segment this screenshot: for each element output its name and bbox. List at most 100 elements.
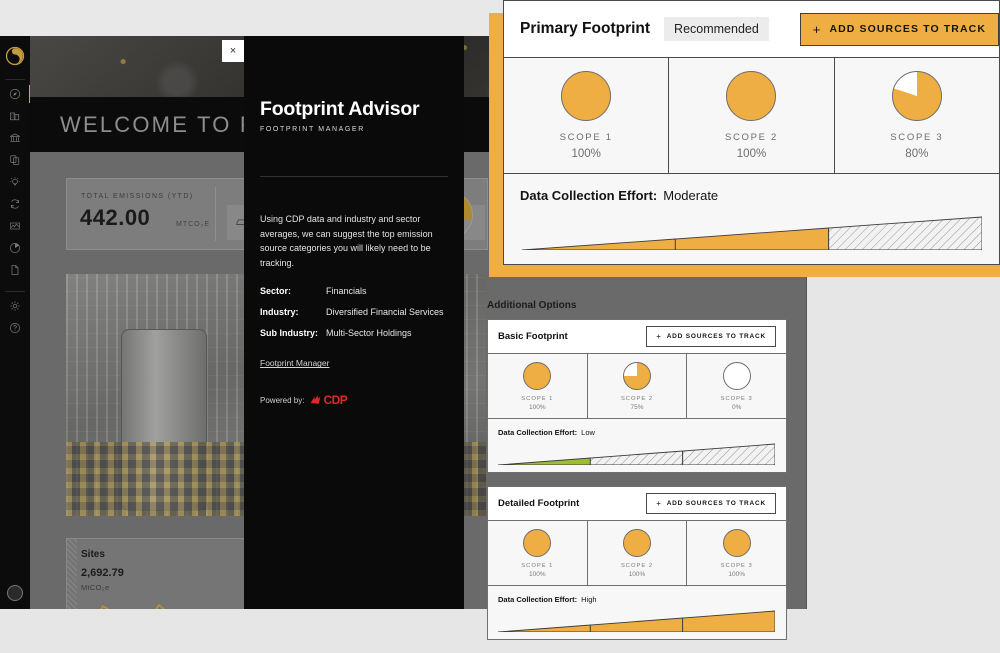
lightbulb-icon: [9, 176, 21, 188]
add-sources-to-track-button[interactable]: + ADD SOURCES TO TRACK: [646, 493, 776, 514]
scope-percentage: 80%: [905, 148, 929, 160]
mini-card-unit: MtCO₂e: [81, 583, 110, 592]
copy-icon: [9, 154, 21, 166]
modal-meta-list: Sector: Financials Industry: Diversified…: [260, 286, 448, 338]
sidebar-item-analytics[interactable]: [0, 215, 30, 237]
sidebar-item-settings[interactable]: [0, 295, 30, 317]
effort-label: Data Collection Effort:: [498, 428, 578, 437]
meta-key: Sub Industry:: [260, 328, 318, 339]
scope-pie-chart: [523, 528, 552, 557]
effort-wedge-chart: [498, 443, 775, 465]
scope-label: SCOPE 2: [620, 395, 654, 402]
scope-percentage: 100%: [529, 570, 546, 578]
sidebar-item-facilities[interactable]: [0, 127, 30, 149]
scope-percentage: 100%: [736, 148, 767, 160]
page-title: Footprint Advisor: [260, 98, 420, 120]
scope-pie-chart: [722, 528, 751, 557]
scope-cell-2: SCOPE 2 75%: [588, 354, 688, 418]
primary-footprint-card: Primary Footprint Recommended + ADD SOUR…: [503, 0, 1000, 265]
sidebar-item-organization[interactable]: [0, 105, 30, 127]
scope-cell-2: SCOPE 2 100%: [588, 521, 688, 585]
footprint-advisor-modal: Footprint Advisor FOOTPRINT MANAGER Usin…: [244, 36, 464, 609]
scope-pie-chart: [623, 361, 651, 390]
meta-value: Diversified Financial Services: [326, 307, 444, 318]
sidebar-item-insights[interactable]: [0, 171, 30, 193]
effort-value: High: [581, 595, 597, 604]
modal-body: Using CDP data and industry and sector a…: [244, 177, 464, 407]
effort-wedge-chart: [522, 216, 982, 250]
scope-label: SCOPE 3: [890, 132, 944, 143]
scope-pie-chart: [722, 361, 751, 390]
sidebar-item-help[interactable]: [0, 317, 30, 339]
add-sources-to-track-label: ADD SOURCES TO TRACK: [666, 500, 766, 507]
cdp-arrow-icon: [311, 395, 321, 404]
chart-line-icon: [9, 220, 21, 232]
scope-cell-3: SCOPE 3 80%: [835, 58, 999, 173]
scope-percentage: 0%: [731, 403, 742, 411]
sidebar-item-sync[interactable]: [0, 193, 30, 215]
scope-pie-chart: [523, 361, 552, 390]
close-icon[interactable]: ×: [222, 40, 244, 62]
meta-row-industry: Industry: Diversified Financial Services: [260, 307, 448, 317]
scope-label: SCOPE 1: [521, 562, 554, 569]
add-sources-to-track-label: ADD SOURCES TO TRACK: [666, 333, 766, 340]
sidebar-item-files[interactable]: [0, 259, 30, 281]
primary-effort-section: Data Collection Effort: Moderate: [504, 174, 999, 264]
add-sources-to-track-button[interactable]: + ADD SOURCES TO TRACK: [646, 326, 776, 347]
scope-label: SCOPE 2: [620, 562, 654, 569]
kpi-unit: MTCO₂E: [176, 221, 210, 228]
kpi-value: 442.00: [80, 205, 151, 230]
scope-percentage: 100%: [529, 403, 546, 411]
effort-label-row: Data Collection Effort: Moderate: [520, 188, 999, 203]
sidebar-item-dashboard[interactable]: [0, 83, 31, 105]
footprint-manager-link[interactable]: Footprint Manager: [260, 358, 329, 368]
primary-footprint-title: Primary Footprint: [520, 20, 651, 37]
detailed-effort-section: Data Collection Effort: High: [488, 586, 786, 639]
gear-icon: [9, 300, 21, 312]
list-item[interactable]: Sites 2,692.79 MtCO₂e: [66, 538, 248, 609]
basic-footprint-title: Basic Footprint: [498, 331, 568, 342]
refresh-icon: [9, 198, 21, 210]
powered-by: Powered by: CDP: [260, 393, 448, 407]
building-icon: [9, 110, 21, 122]
scope-label: SCOPE 3: [720, 395, 753, 402]
basic-scopes-row: SCOPE 1 100% SCOPE 2 75% SCOPE 3 0%: [488, 353, 786, 419]
effort-wedge-chart: [498, 610, 775, 632]
scope-pie-chart: [623, 528, 651, 557]
detailed-footprint-title: Detailed Footprint: [498, 498, 580, 509]
scope-label: SCOPE 2: [724, 132, 779, 143]
effort-label-row: Data Collection Effort: High: [498, 595, 786, 604]
detailed-scopes-row: SCOPE 1 100% SCOPE 2 100% SCOPE 3 100%: [488, 520, 786, 586]
scope-cell-3: SCOPE 3 0%: [687, 354, 786, 418]
kpi-label: TOTAL EMISSIONS (YTD): [81, 193, 194, 200]
add-sources-to-track-button[interactable]: + ADD SOURCES TO TRACK: [799, 12, 999, 46]
scope-cell-1: SCOPE 1 100%: [504, 58, 670, 173]
sparkline-chart: [100, 603, 165, 609]
user-avatar-area[interactable]: [0, 585, 30, 601]
nav-divider-bottom: [5, 291, 25, 292]
sidebar-item-documents[interactable]: [0, 149, 30, 171]
cdp-logo: CDP: [309, 393, 348, 407]
effort-label-row: Data Collection Effort: Low: [498, 428, 786, 437]
brand-logo-icon[interactable]: [0, 36, 30, 76]
meta-key: Sector:: [260, 286, 292, 297]
plus-icon: +: [656, 332, 662, 341]
nav-divider: [5, 79, 25, 80]
detailed-footprint-header: Detailed Footprint + ADD SOURCES TO TRAC…: [488, 487, 786, 520]
basic-footprint-header: Basic Footprint + ADD SOURCES TO TRACK: [488, 320, 786, 353]
scope-cell-2: SCOPE 2 100%: [669, 58, 835, 173]
effort-value: Moderate: [663, 188, 719, 203]
additional-options-section: Additional Options Basic Footprint + ADD…: [487, 300, 787, 653]
scope-label: SCOPE 1: [559, 132, 613, 143]
sidebar-item-reports[interactable]: [0, 237, 30, 259]
effort-label: Data Collection Effort:: [498, 595, 578, 604]
mini-card-value: 2,692.79: [81, 567, 124, 579]
scope-cell-1: SCOPE 1 100%: [488, 521, 588, 585]
avatar[interactable]: [7, 585, 23, 601]
modal-description: Using CDP data and industry and sector a…: [260, 214, 433, 268]
plus-icon: +: [812, 21, 822, 37]
modal-header: Footprint Advisor FOOTPRINT MANAGER: [244, 36, 464, 177]
scope-percentage: 100%: [728, 570, 745, 578]
kpi-divider: [215, 187, 216, 241]
meta-row-sub-industry: Sub Industry: Multi-Sector Holdings: [260, 328, 448, 338]
